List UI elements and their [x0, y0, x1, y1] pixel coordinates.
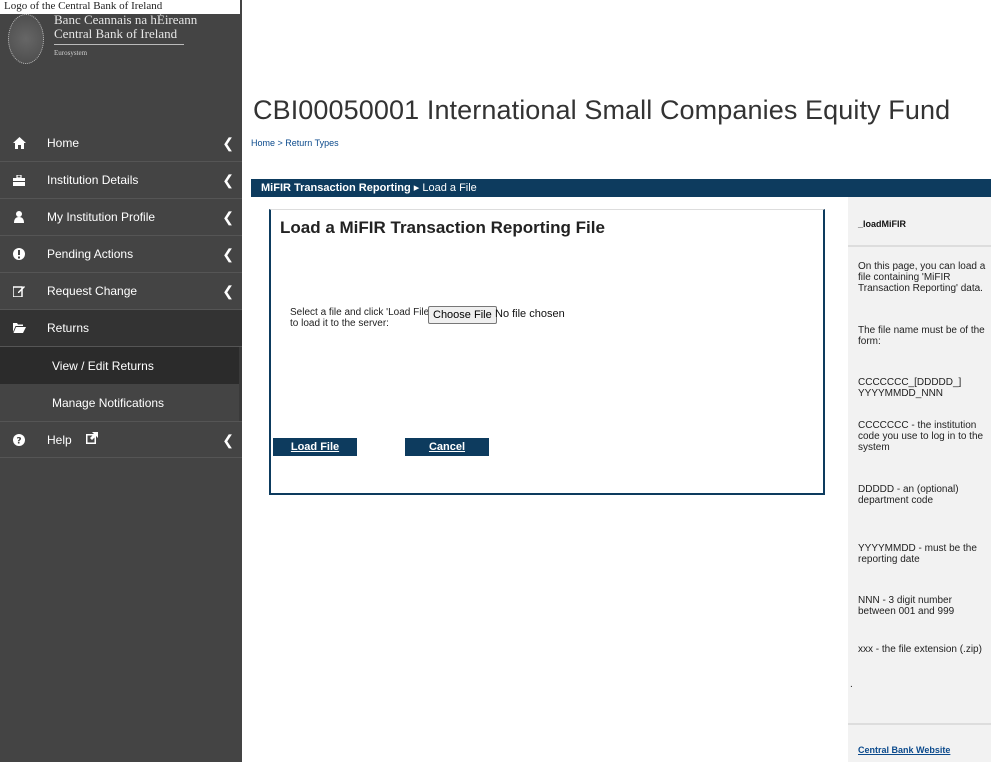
home-icon	[11, 137, 27, 149]
section-header-bar: MiFIR Transaction Reporting ▸ Load a Fil…	[251, 179, 991, 197]
help-divider	[848, 245, 991, 247]
central-bank-logo[interactable]: Banc Ceannais na hÉireann Central Bank o…	[0, 8, 242, 68]
exclamation-icon	[11, 248, 27, 260]
user-icon	[11, 211, 27, 223]
sidebar-item-returns[interactable]: Returns	[0, 310, 242, 347]
help-paragraph: CCCCCCC - the institution code you use t…	[858, 420, 984, 453]
chevron-left-icon[interactable]: ❮	[222, 283, 234, 300]
help-paragraph: YYYYMMDD - must be the reporting date	[858, 543, 977, 565]
svg-text:?: ?	[16, 436, 21, 446]
help-paragraph: The file name must be of the form:	[858, 325, 985, 347]
chevron-left-icon[interactable]: ❮	[222, 209, 234, 226]
logo-image-alt-text: Logo of the Central Bank of Ireland	[0, 0, 240, 14]
page-title: CBI00050001 International Small Companie…	[253, 95, 951, 125]
file-select-label: Select a file and click 'Load File' to l…	[290, 307, 432, 329]
chevron-left-icon[interactable]: ❮	[222, 246, 234, 263]
chevron-left-icon[interactable]: ❮	[222, 172, 234, 189]
form-title: Load a MiFIR Transaction Reporting File	[280, 218, 605, 237]
question-icon: ?	[11, 433, 27, 446]
sidebar-item-label: Home	[47, 136, 80, 150]
chevron-left-icon[interactable]: ❮	[222, 135, 234, 152]
help-paragraph: CCCCCCC_[DDDDD_] YYYYMMDD_NNN	[858, 377, 962, 399]
sidebar-item-help[interactable]: ? Help ❮	[0, 421, 242, 458]
harp-seal-icon	[8, 14, 44, 64]
help-paragraph: On this page, you can load a file contai…	[858, 261, 986, 294]
sidebar-nav: Home ❮ Institution Details ❮ My Institut…	[0, 125, 242, 458]
sidebar-item-label: Institution Details	[47, 173, 139, 187]
help-divider	[848, 723, 991, 725]
sidebar: Banc Ceannais na hÉireann Central Bank o…	[0, 0, 242, 762]
central-bank-website-link[interactable]: Central Bank Website	[858, 745, 950, 755]
sidebar-subitem-manage-notifications[interactable]: Manage Notifications	[0, 384, 239, 421]
bar-section-link[interactable]: MiFIR Transaction Reporting	[261, 182, 411, 194]
sidebar-item-label: Pending Actions	[47, 247, 134, 261]
sidebar-item-institution-details[interactable]: Institution Details ❮	[0, 162, 242, 199]
help-paragraph: .	[850, 679, 853, 690]
sidebar-item-pending-actions[interactable]: Pending Actions ❮	[0, 236, 242, 273]
chevron-left-icon[interactable]: ❮	[222, 432, 234, 449]
sidebar-item-my-institution-profile[interactable]: My Institution Profile ❮	[0, 199, 242, 236]
returns-submenu: View / Edit Returns Manage Notifications	[0, 347, 242, 421]
sidebar-item-label: My Institution Profile	[47, 210, 156, 224]
help-paragraph: NNN - 3 digit number between 001 and 999	[858, 595, 955, 617]
load-file-button[interactable]: Load File	[273, 438, 357, 456]
edit-icon	[11, 285, 27, 297]
sidebar-subitem-view-edit-returns[interactable]: View / Edit Returns	[0, 347, 239, 384]
breadcrumb[interactable]: Home > Return Types	[251, 138, 339, 148]
logo-eurosystem: Eurosystem	[54, 49, 88, 57]
logo-english-name: Central Bank of Ireland	[54, 26, 178, 41]
cancel-button[interactable]: Cancel	[405, 438, 489, 456]
sidebar-item-home[interactable]: Home ❮	[0, 125, 242, 162]
sidebar-item-request-change[interactable]: Request Change ❮	[0, 273, 242, 310]
load-file-form: Load a MiFIR Transaction Reporting File …	[269, 209, 825, 495]
sidebar-item-label: Returns	[47, 321, 90, 335]
no-file-chosen-text: No file chosen	[495, 308, 565, 320]
help-paragraph: DDDDD - an (optional) department code	[858, 484, 959, 506]
choose-file-button[interactable]: Choose File	[428, 306, 497, 324]
logo-divider	[54, 44, 184, 45]
sidebar-item-label: Help	[47, 432, 72, 447]
briefcase-icon	[11, 174, 27, 186]
external-link-icon	[85, 432, 98, 447]
bar-page-label: Load a File	[422, 182, 477, 194]
help-title: _loadMiFIR	[858, 219, 907, 229]
folder-open-icon	[11, 323, 27, 333]
help-paragraph: xxx - the file extension (.zip)	[858, 644, 982, 655]
sidebar-item-label: Request Change	[47, 284, 138, 298]
help-panel: _loadMiFIR On this page, you can load a …	[848, 197, 991, 762]
